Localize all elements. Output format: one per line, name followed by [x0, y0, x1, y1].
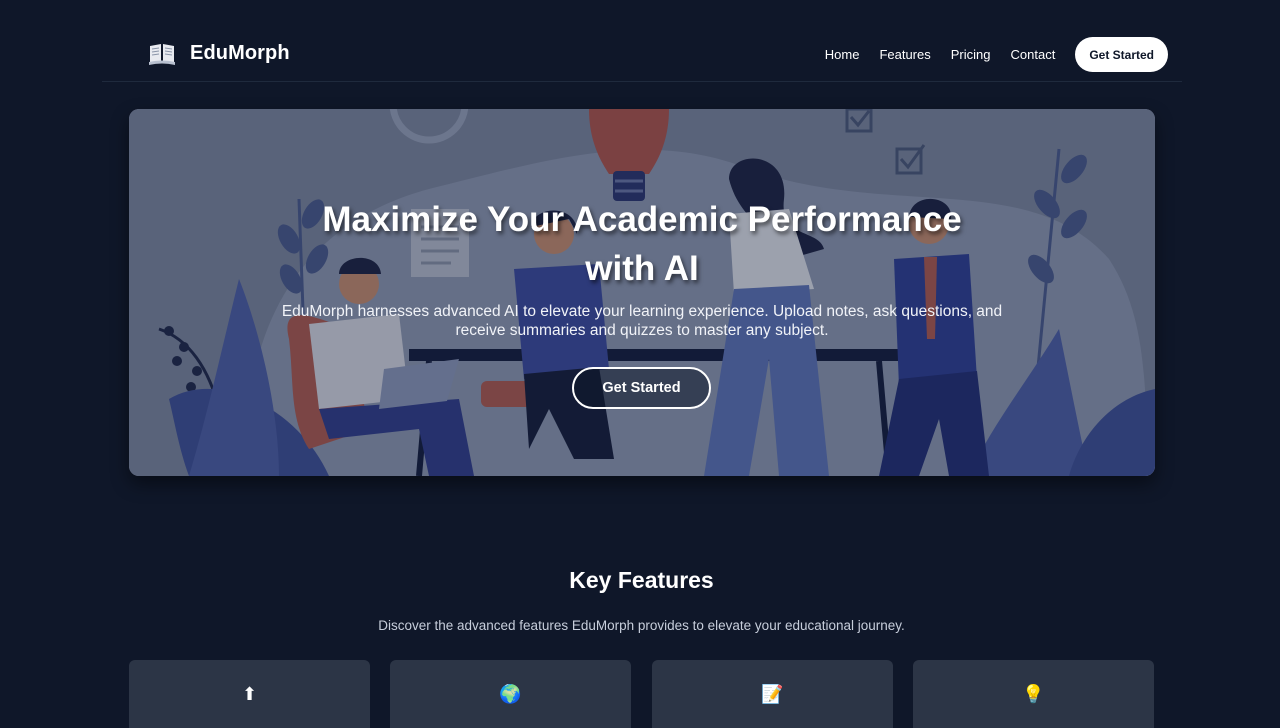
- lightbulb-icon: 💡: [1022, 684, 1045, 705]
- brand-name: EduMorph: [190, 41, 290, 64]
- hero-subtitle-line-1: EduMorph harnesses advanced AI to elevat…: [281, 303, 1003, 320]
- hero-subtitle-line-2: receive summaries and quizzes to master …: [455, 322, 829, 339]
- nav-contact-link[interactable]: Contact: [1011, 47, 1056, 62]
- hero-title-line-2: with AI: [585, 249, 699, 288]
- hero-get-started-button[interactable]: Get Started: [572, 367, 711, 409]
- site-header: EduMorph Home Features Pricing Contact G…: [102, 0, 1182, 82]
- feature-card[interactable]: ⬆: [129, 660, 370, 728]
- nav-features-link[interactable]: Features: [879, 47, 930, 62]
- nav-pricing-link[interactable]: Pricing: [951, 47, 991, 62]
- header-get-started-button[interactable]: Get Started: [1075, 37, 1168, 72]
- feature-card[interactable]: 💡: [913, 660, 1154, 728]
- open-book-icon: [149, 44, 175, 65]
- globe-icon: 🌍: [499, 684, 522, 705]
- hero-title: Maximize Your Academic Performance with …: [129, 195, 1155, 293]
- hero-subtitle: EduMorph harnesses advanced AI to elevat…: [252, 302, 1032, 340]
- feature-card[interactable]: 📝: [652, 660, 893, 728]
- hero-title-line-1: Maximize Your Academic Performance: [322, 200, 962, 239]
- hero-banner: Maximize Your Academic Performance with …: [129, 109, 1155, 476]
- nav-home-link[interactable]: Home: [825, 47, 860, 62]
- feature-card[interactable]: 🌍: [390, 660, 631, 728]
- up-arrow-icon: ⬆: [241, 684, 258, 705]
- main-nav: Home Features Pricing Contact Get Starte…: [825, 37, 1168, 72]
- features-title: Key Features: [569, 567, 714, 593]
- brand-logo[interactable]: EduMorph: [148, 40, 290, 66]
- memo-icon: 📝: [761, 684, 784, 705]
- features-subtitle: Discover the advanced features EduMorph …: [378, 618, 905, 633]
